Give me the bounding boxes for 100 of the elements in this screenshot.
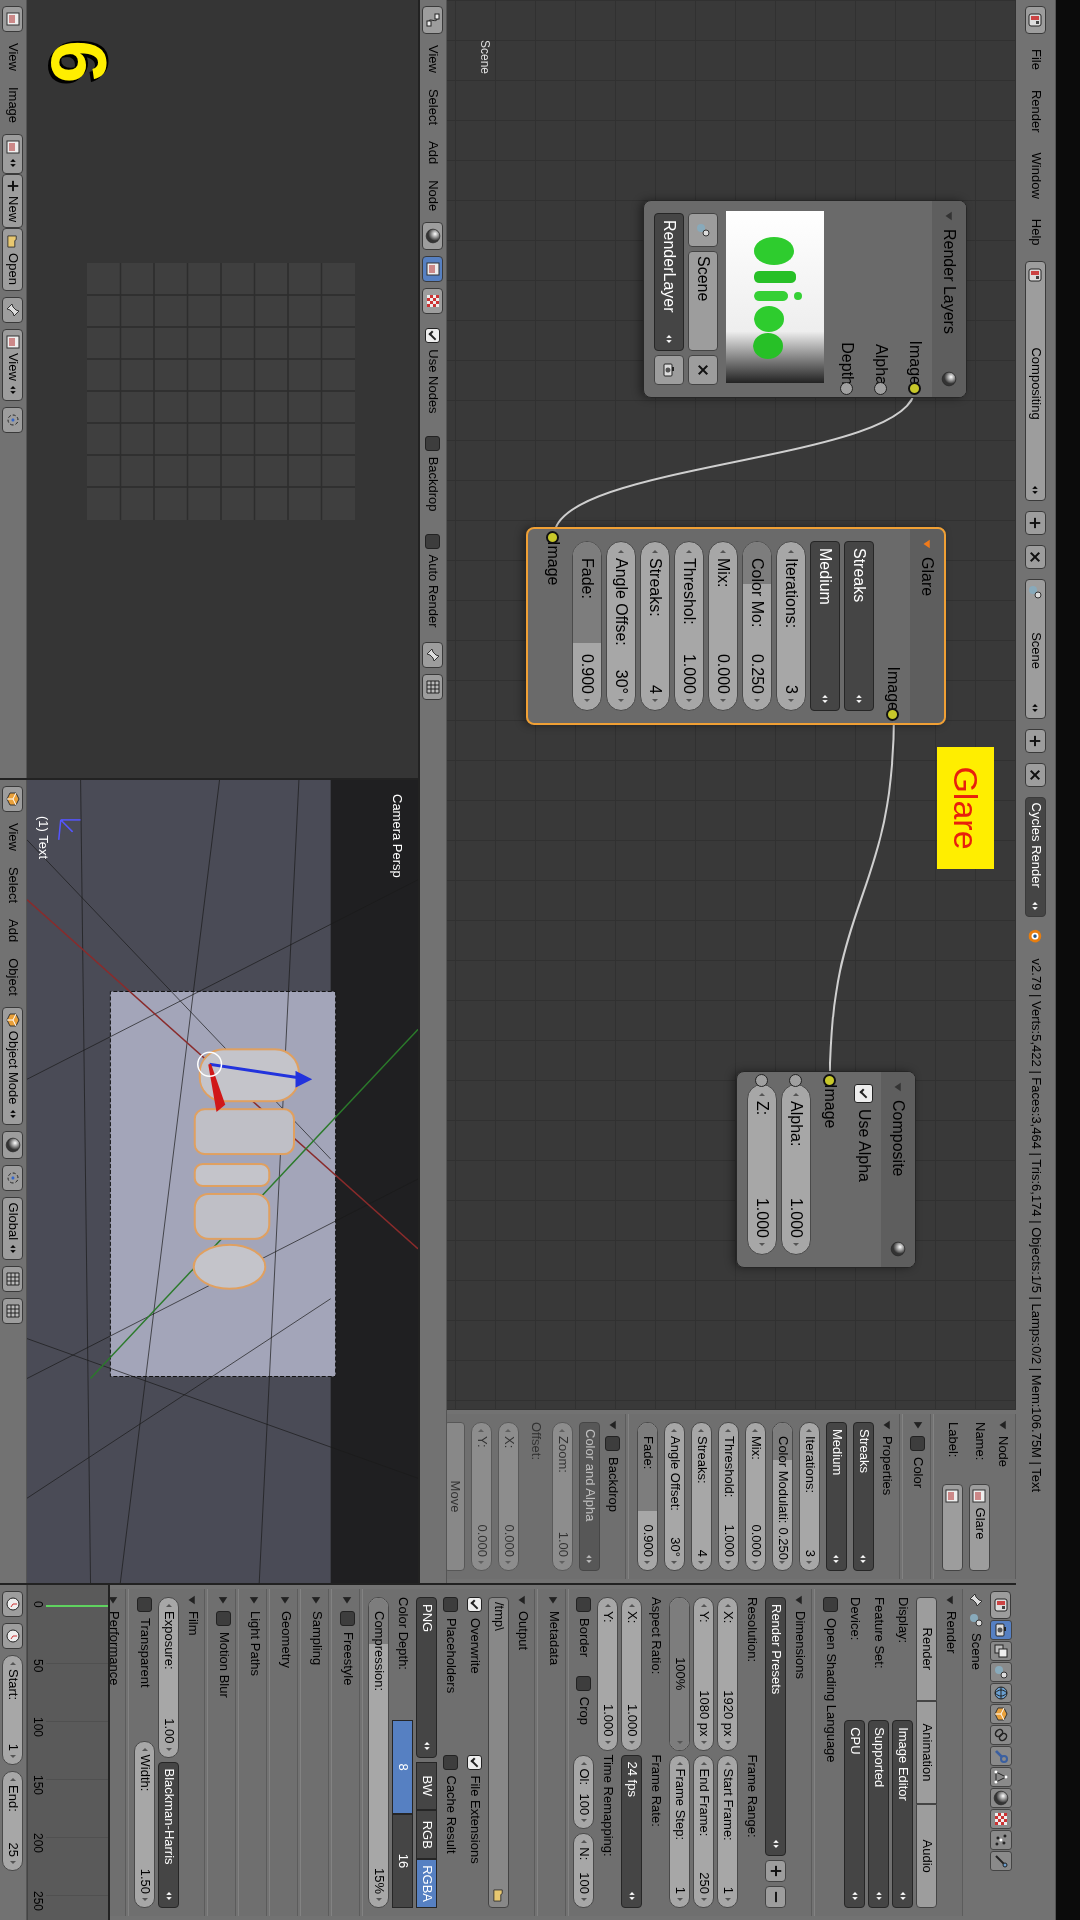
segment-button[interactable]: 16 xyxy=(392,1814,414,1908)
panel-title[interactable]: Color xyxy=(910,1457,926,1489)
checkbox[interactable] xyxy=(854,1084,874,1103)
number-field[interactable]: Start Frame: 1 xyxy=(717,1754,739,1908)
panel-title[interactable]: Dimensions xyxy=(791,1611,807,1679)
slider-field[interactable]: Compression: 15% xyxy=(368,1597,390,1908)
dropdown-menu[interactable]: Streaks xyxy=(853,1422,874,1571)
number-field[interactable]: End Frame: 250 xyxy=(693,1754,715,1908)
node-canvas[interactable] xyxy=(447,0,1016,1409)
number-field[interactable]: Z: 1.000 xyxy=(747,1084,777,1255)
layer-button[interactable] xyxy=(2,1298,24,1325)
editor-type-button[interactable] xyxy=(2,6,24,32)
keyframe-button[interactable] xyxy=(2,1623,24,1649)
push-button[interactable]: Render xyxy=(916,1597,938,1701)
number-field[interactable]: Y: 1080 px xyxy=(693,1597,715,1751)
tree-type-button[interactable] xyxy=(422,288,444,315)
properties-tab[interactable] xyxy=(990,1725,1012,1745)
properties-tab[interactable] xyxy=(990,1767,1012,1787)
number-field[interactable]: X: 1920 px xyxy=(717,1597,739,1751)
close-button[interactable] xyxy=(688,355,718,385)
checkbox[interactable] xyxy=(467,1754,483,1770)
shading-button[interactable] xyxy=(2,1130,24,1159)
pin-button[interactable] xyxy=(2,296,24,323)
menu-item[interactable]: File xyxy=(1028,44,1043,75)
menu-item[interactable]: View xyxy=(425,40,441,78)
number-field[interactable]: Exposure: 1.00 xyxy=(158,1597,180,1758)
close-button[interactable] xyxy=(1025,544,1046,569)
checkbox[interactable] xyxy=(467,1597,483,1612)
panel-title[interactable]: Motion Blur xyxy=(215,1632,231,1698)
dropdown-menu[interactable]: Supported xyxy=(868,1720,890,1908)
path-field[interactable]: /tmp\ xyxy=(488,1597,510,1908)
open-button[interactable]: Open xyxy=(2,228,24,291)
number-field[interactable]: Mix: 0.000 xyxy=(745,1422,766,1571)
number-field[interactable]: Iterations: 3 xyxy=(799,1422,820,1571)
close-button[interactable] xyxy=(1025,762,1046,787)
dropdown-menu[interactable]: Medium xyxy=(826,1422,847,1571)
number-field[interactable]: Y: 1.000 xyxy=(597,1597,619,1751)
text-field[interactable]: Scene xyxy=(688,251,718,351)
slider-field[interactable]: Color Mo: 0.250 xyxy=(742,541,772,711)
remove-button[interactable] xyxy=(765,1886,787,1908)
properties-tab[interactable] xyxy=(990,1704,1012,1724)
editor-type-button[interactable] xyxy=(422,6,444,34)
dropdown-menu[interactable]: Image Editor xyxy=(892,1720,914,1908)
properties-tab[interactable] xyxy=(990,1620,1012,1640)
segment-button[interactable]: 8 xyxy=(392,1720,414,1815)
checkbox[interactable] xyxy=(425,328,441,344)
segment-button[interactable]: RGB xyxy=(416,1810,438,1860)
segment-button[interactable]: RGBA xyxy=(416,1859,438,1908)
panel-title[interactable]: Properties xyxy=(879,1436,895,1496)
pivot-button[interactable] xyxy=(2,406,24,433)
tree-type-button[interactable] xyxy=(422,256,444,283)
push-button[interactable]: Animation xyxy=(916,1700,938,1805)
panel-title[interactable]: Metadata xyxy=(545,1611,561,1666)
add-button[interactable] xyxy=(765,1860,787,1882)
add-button[interactable] xyxy=(1025,510,1046,535)
add-button[interactable] xyxy=(1025,728,1046,753)
menu-item[interactable]: View xyxy=(5,818,21,856)
socket[interactable] xyxy=(840,382,854,395)
menu-item[interactable]: Image xyxy=(5,81,21,129)
panel-title[interactable]: Backdrop xyxy=(605,1457,621,1512)
number-field[interactable]: Ol: 100 xyxy=(573,1754,595,1830)
panel-title[interactable]: Performance xyxy=(110,1611,121,1686)
panel-title[interactable]: Output xyxy=(514,1611,530,1651)
checkbox[interactable] xyxy=(823,1597,839,1612)
checkbox[interactable] xyxy=(443,1754,459,1770)
number-field[interactable]: X: 0.000 xyxy=(498,1422,519,1571)
dropdown-menu[interactable]: Medium xyxy=(810,541,840,711)
dropdown-button[interactable]: View xyxy=(2,328,24,401)
editor-type-button[interactable] xyxy=(990,1591,1012,1619)
properties-tab[interactable] xyxy=(990,1809,1012,1829)
number-field[interactable]: Y: 0.000 xyxy=(471,1422,492,1571)
number-field[interactable]: End: 25 xyxy=(2,1771,24,1871)
number-field[interactable]: Streaks: 4 xyxy=(640,541,670,711)
segment-button[interactable]: BW xyxy=(416,1761,438,1811)
menu-item[interactable]: Add xyxy=(5,914,21,948)
dropdown-button[interactable]: Scene xyxy=(1025,578,1046,719)
number-field[interactable]: Streaks: 4 xyxy=(691,1422,712,1571)
snap-button[interactable] xyxy=(422,673,444,700)
number-field[interactable]: Mix: 0.000 xyxy=(708,541,738,711)
layer-button[interactable] xyxy=(2,1266,24,1293)
dropdown-menu[interactable]: CPU xyxy=(844,1720,866,1908)
panel-title[interactable]: Render xyxy=(942,1611,958,1654)
pivot-button[interactable] xyxy=(2,1164,24,1191)
panel-title[interactable]: Freestyle xyxy=(339,1632,355,1686)
dropdown-menu[interactable]: Blackman-Harris xyxy=(158,1761,180,1908)
text-field[interactable] xyxy=(942,1483,963,1571)
panel-title[interactable]: Node xyxy=(995,1436,1011,1468)
scene-selector-button[interactable] xyxy=(688,213,718,247)
editor-type-button[interactable] xyxy=(2,786,24,812)
properties-tab[interactable] xyxy=(990,1788,1012,1808)
dropdown-menu[interactable]: Streaks xyxy=(844,541,874,711)
menu-item[interactable]: Help xyxy=(1028,213,1043,251)
checkbox[interactable] xyxy=(910,1436,926,1451)
slider-field[interactable]: Fade: 0.900 xyxy=(637,1422,658,1571)
menu-item[interactable]: Render xyxy=(1028,84,1043,138)
panel-title[interactable]: Geometry xyxy=(277,1611,293,1669)
socket[interactable] xyxy=(886,708,900,721)
menu-item[interactable]: Select xyxy=(425,83,441,131)
dropdown-menu[interactable]: Render Presets xyxy=(765,1597,787,1856)
push-button[interactable]: Audio xyxy=(916,1804,938,1908)
